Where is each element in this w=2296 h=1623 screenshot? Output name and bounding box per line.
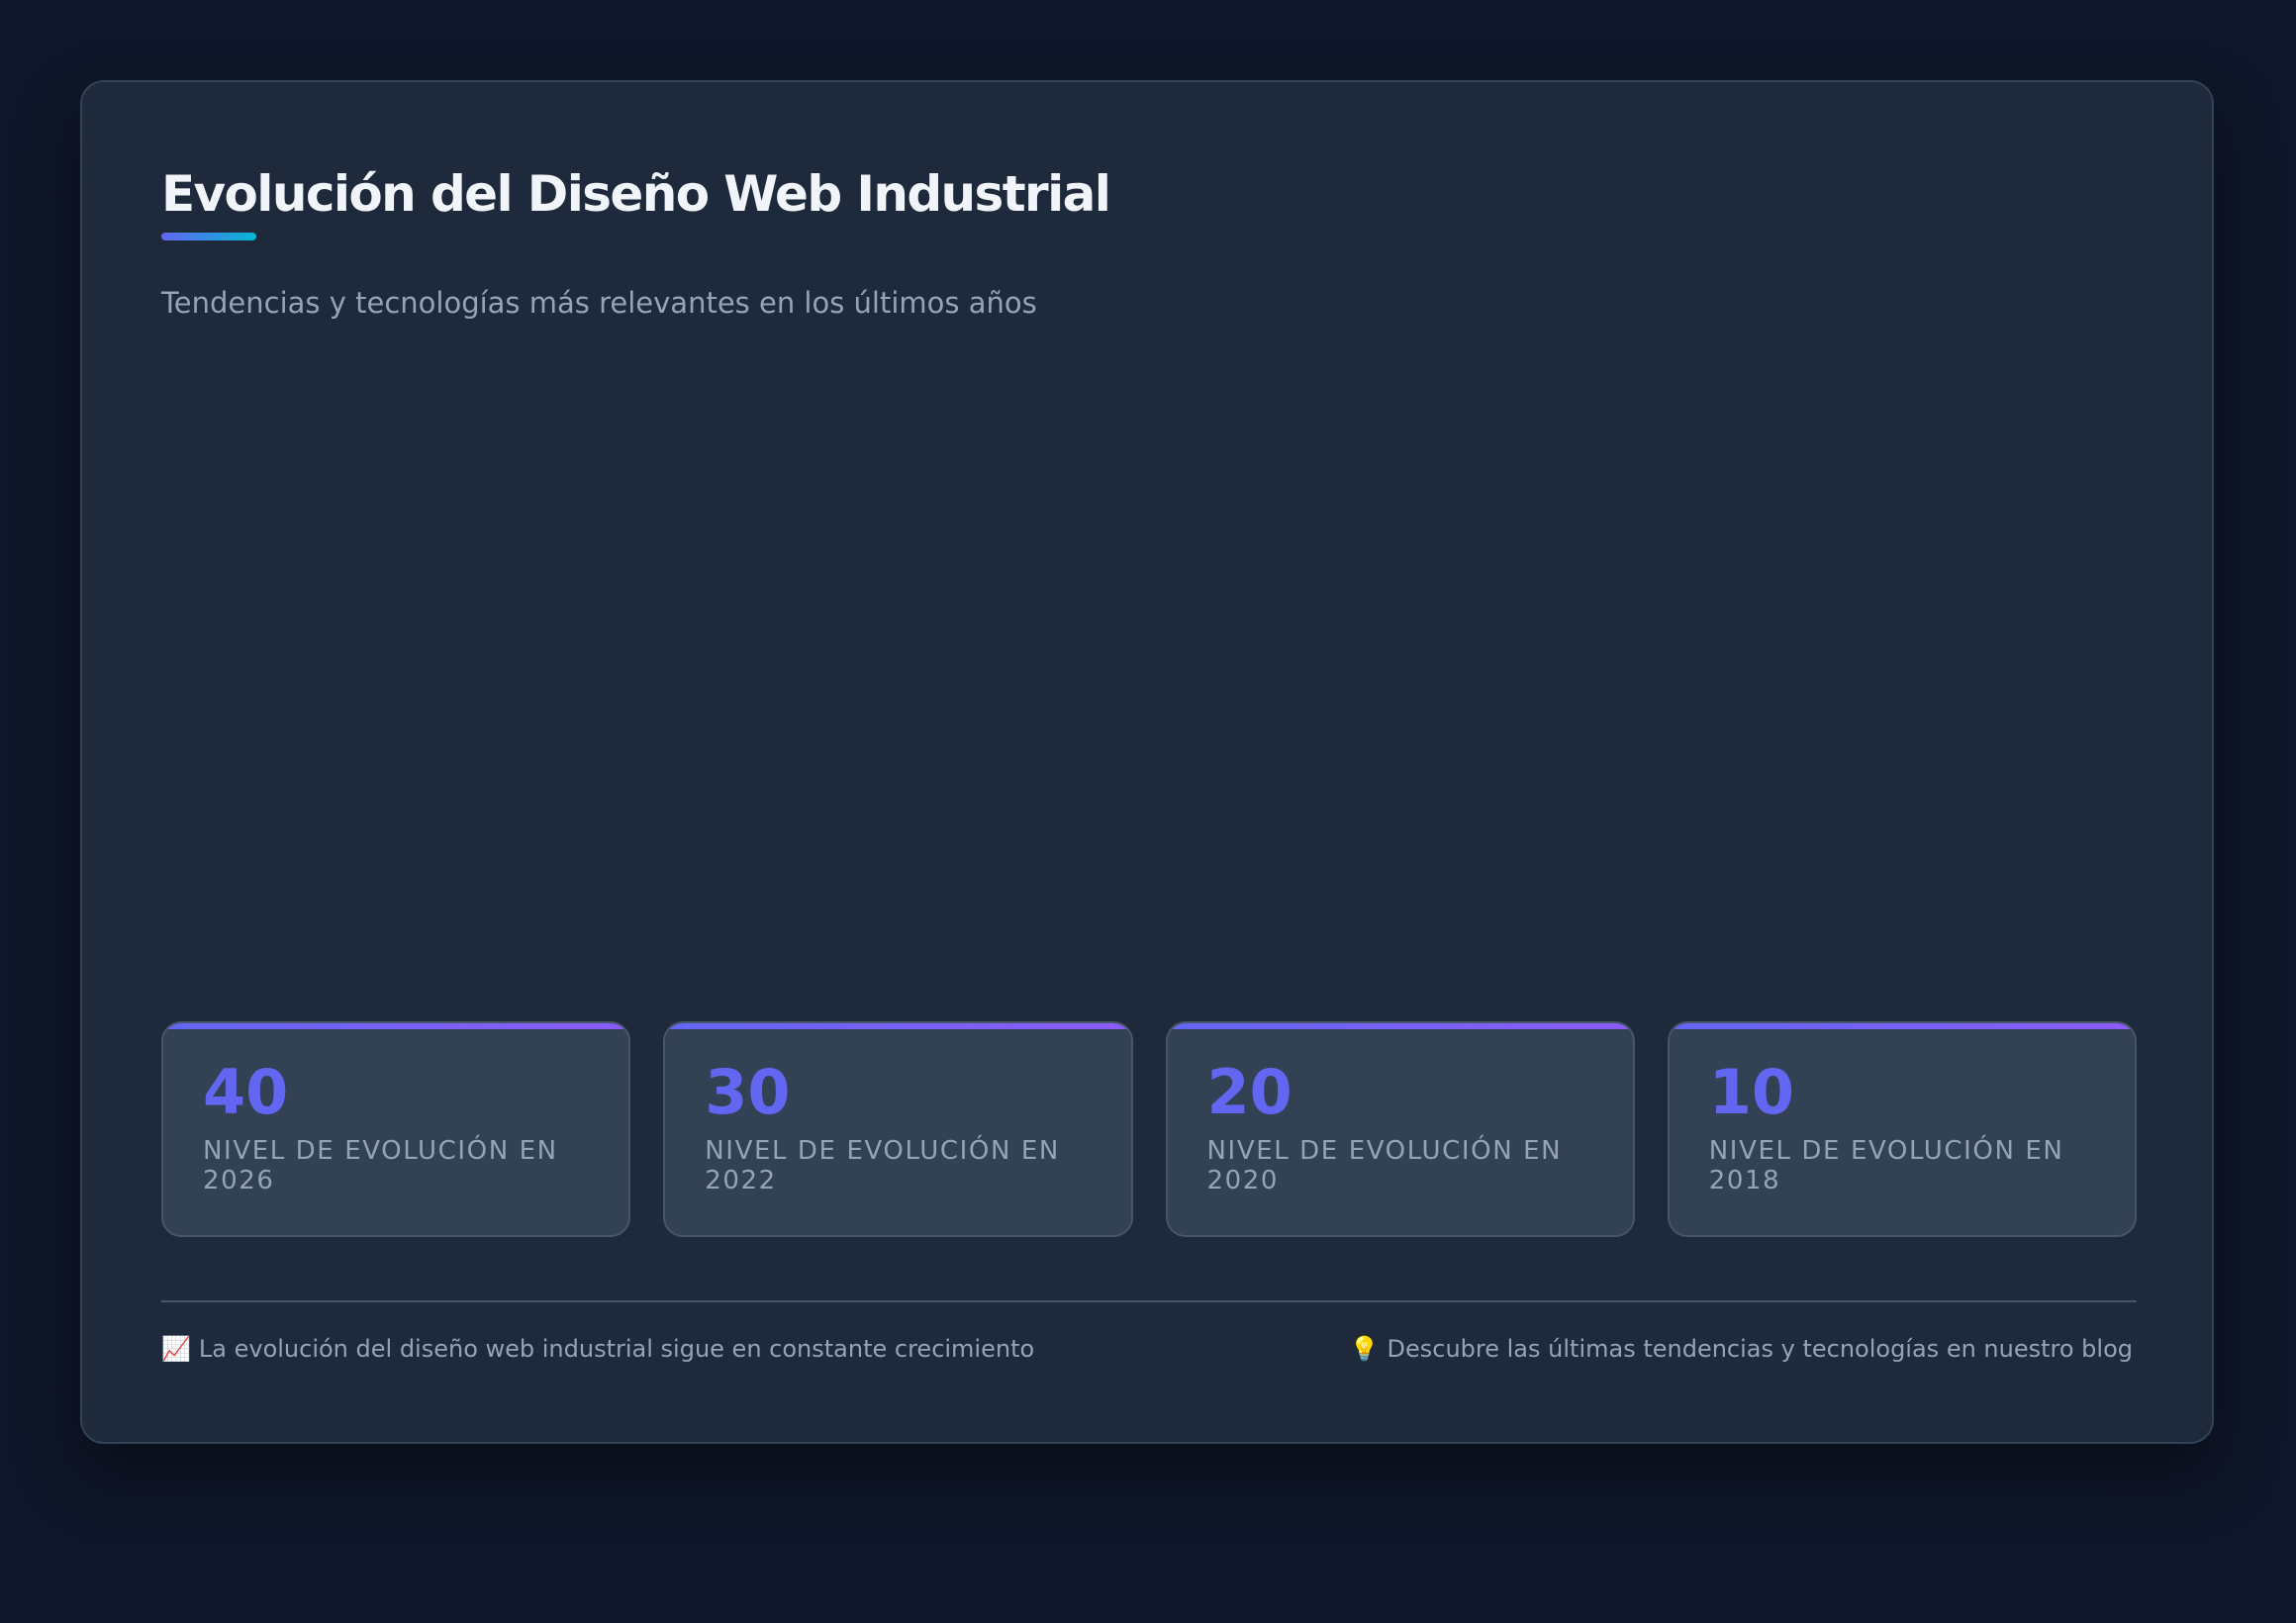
footer-growth-note: 📈 La evolución del diseño web industrial … — [161, 1333, 1034, 1365]
stats-row: 40 Nivel de evolución en 2026 30 Nivel d… — [161, 1021, 2137, 1237]
stat-accent-bar — [1669, 1023, 2135, 1029]
footer-divider — [161, 1300, 2137, 1302]
page-subtitle: Tendencias y tecnologías más relevantes … — [161, 286, 1037, 320]
chart-increasing-icon: 📈 — [161, 1335, 191, 1363]
page-title: Evolución del Diseño Web Industrial — [161, 165, 1111, 223]
stat-value: 40 — [203, 1056, 289, 1128]
light-bulb-icon: 💡 — [1349, 1335, 1380, 1363]
footer-blog-text: Descubre las últimas tendencias y tecnol… — [1387, 1335, 2133, 1363]
stat-value: 10 — [1708, 1056, 1795, 1128]
stat-accent-bar — [163, 1023, 629, 1029]
title-underline — [161, 233, 256, 240]
stat-label: Nivel de evolución en 2020 — [1206, 1136, 1563, 1195]
footer-growth-text: La evolución del diseño web industrial s… — [198, 1335, 1035, 1363]
stat-label: Nivel de evolución en 2026 — [203, 1136, 558, 1195]
stat-label: Nivel de evolución en 2022 — [705, 1136, 1060, 1195]
stat-card-2020: 20 Nivel de evolución en 2020 — [1165, 1021, 1635, 1237]
stat-accent-bar — [665, 1023, 1131, 1029]
stat-value: 20 — [1206, 1056, 1292, 1128]
stat-card-2022: 30 Nivel de evolución en 2022 — [663, 1021, 1133, 1237]
stat-label: Nivel de evolución en 2018 — [1708, 1136, 2064, 1195]
stat-value: 30 — [705, 1056, 791, 1128]
main-card: Evolución del Diseño Web Industrial Tend… — [80, 80, 2214, 1444]
footer-blog-note: 💡 Descubre las últimas tendencias y tecno… — [1350, 1333, 2133, 1365]
stat-card-2018: 10 Nivel de evolución en 2018 — [1667, 1021, 2137, 1237]
stat-accent-bar — [1167, 1023, 1633, 1029]
stat-card-2026: 40 Nivel de evolución en 2026 — [161, 1021, 631, 1237]
